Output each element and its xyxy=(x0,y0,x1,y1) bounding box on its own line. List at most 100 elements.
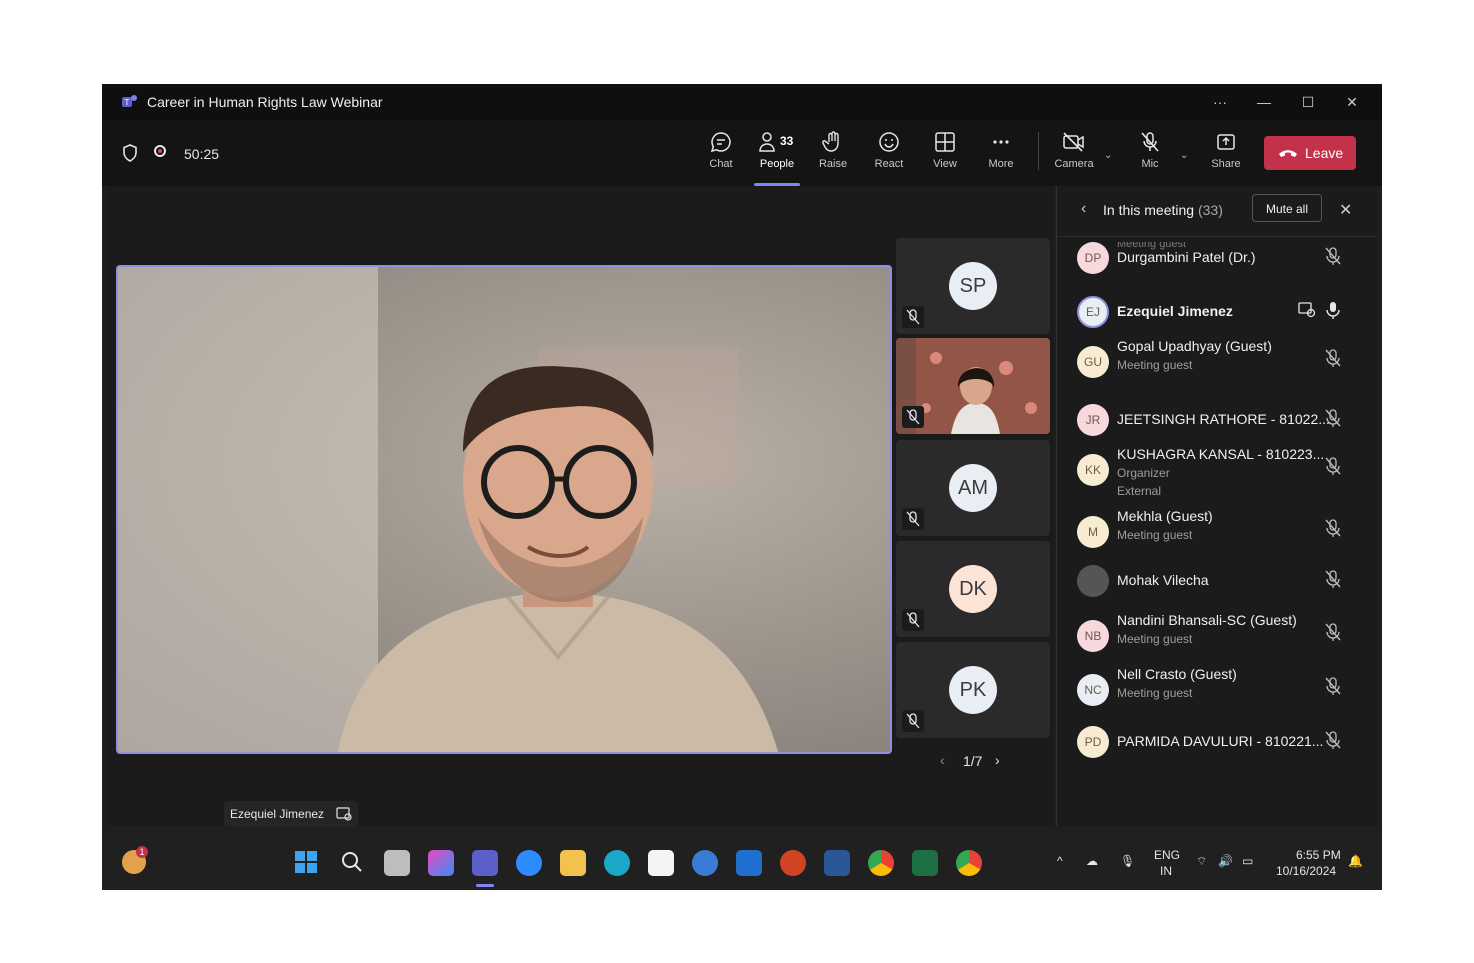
store-icon[interactable] xyxy=(648,850,674,876)
minimize-button[interactable]: — xyxy=(1246,90,1282,114)
share-label: Share xyxy=(1211,158,1241,170)
volume-icon[interactable]: 🔊 xyxy=(1218,854,1233,868)
powerpoint-icon[interactable] xyxy=(780,850,806,876)
clock-date: 10/16/2024 xyxy=(1276,864,1337,878)
react-button[interactable]: React xyxy=(863,130,915,180)
participant-row[interactable]: EJ Ezequiel Jimenez xyxy=(1057,286,1377,336)
participant-row[interactable]: Mohak Vilecha xyxy=(1057,555,1377,605)
teams-icon[interactable] xyxy=(472,850,498,876)
avatar: NB xyxy=(1077,620,1109,652)
avatar: PK xyxy=(949,666,997,714)
participant-tile-video[interactable] xyxy=(896,338,1050,434)
participant-row[interactable]: NC Nell Crasto (Guest) Meeting guest xyxy=(1057,662,1377,712)
battery-icon[interactable]: ▭ xyxy=(1242,854,1253,868)
mic-label: Mic xyxy=(1141,158,1159,170)
hand-icon xyxy=(822,131,839,152)
copilot-icon[interactable] xyxy=(428,850,454,876)
task-view-icon[interactable] xyxy=(384,850,410,876)
react-label: React xyxy=(874,158,904,170)
leave-button[interactable]: Leave xyxy=(1264,136,1356,170)
participant-role: External xyxy=(1117,484,1162,498)
participant-name: PARMIDA DAVULURI - 810221... xyxy=(1117,733,1324,749)
participant-row[interactable]: M Mekhla (Guest) Meeting guest xyxy=(1057,504,1377,554)
mic-muted-icon xyxy=(1325,247,1341,265)
mail-icon[interactable] xyxy=(736,850,762,876)
chat-button[interactable]: Chat xyxy=(695,130,747,180)
close-window-button[interactable]: ✕ xyxy=(1334,90,1370,114)
more-icon xyxy=(993,140,1009,144)
avatar: JR xyxy=(1077,404,1109,436)
excel-icon[interactable] xyxy=(912,850,938,876)
mute-all-button[interactable]: Mute all xyxy=(1252,194,1322,222)
next-page-icon[interactable]: › xyxy=(995,752,1000,768)
chrome-profile-icon[interactable] xyxy=(956,850,982,876)
share-button[interactable]: Share xyxy=(1200,130,1252,180)
tray-overflow-chevron-icon[interactable]: ^ xyxy=(1057,854,1063,868)
notification-bell-icon[interactable]: 🔔 xyxy=(1348,854,1363,868)
grid-icon xyxy=(935,132,955,152)
participant-tile-am[interactable]: AM xyxy=(896,440,1050,536)
participant-row[interactable]: KK KUSHAGRA KANSAL - 810223... Organizer Ex… xyxy=(1057,442,1377,498)
teams-logo-icon: T xyxy=(122,95,137,107)
language-indicator[interactable]: ENG xyxy=(1154,848,1180,862)
participant-role: Meeting guest xyxy=(1117,358,1193,372)
participant-row[interactable]: DP Durgambini Patel (Dr.) xyxy=(1057,232,1377,282)
mic-muted-icon xyxy=(1325,519,1341,537)
mic-button[interactable]: Mic xyxy=(1124,130,1176,180)
more-options-icon[interactable]: ··· xyxy=(1202,90,1238,114)
participant-name: KUSHAGRA KANSAL - 810223... xyxy=(1117,446,1325,462)
word-icon[interactable] xyxy=(824,850,850,876)
back-chevron-icon[interactable]: ‹ xyxy=(1081,200,1086,218)
participant-tile-dk[interactable]: DK xyxy=(896,541,1050,637)
chrome-icon[interactable] xyxy=(868,850,894,876)
speaker-video[interactable] xyxy=(116,265,892,754)
raise-hand-button[interactable]: Raise xyxy=(807,130,859,180)
mic-options-chevron-icon[interactable]: ⌄ xyxy=(1180,150,1188,161)
participant-tile-pk[interactable]: PK xyxy=(896,642,1050,738)
sync-icon[interactable] xyxy=(692,850,718,876)
avatar: DK xyxy=(949,565,997,613)
participant-role: Meeting guest xyxy=(1117,632,1193,646)
muted-icon xyxy=(902,609,924,631)
avatar: AM xyxy=(949,464,997,512)
participant-row[interactable]: JR JEETSINGH RATHORE - 81022... xyxy=(1057,394,1377,444)
windows-taskbar: 1 ^ ☁ 🎙 ENG IN ⌔ 🔊 ▭ 6:55 PM 10/16/2024 … xyxy=(102,836,1382,890)
participant-row[interactable]: PD PARMIDA DAVULURI - 810221... xyxy=(1057,716,1377,766)
mic-muted-icon xyxy=(1325,570,1341,588)
teams-active-indicator xyxy=(476,884,494,887)
prev-page-icon[interactable]: ‹ xyxy=(940,752,945,768)
chat-icon xyxy=(710,132,731,153)
onedrive-icon[interactable]: ☁ xyxy=(1086,854,1098,868)
camera-options-chevron-icon[interactable]: ⌄ xyxy=(1104,150,1112,161)
participant-name: Gopal Upadhyay (Guest) xyxy=(1117,338,1272,354)
participant-name: Mohak Vilecha xyxy=(1117,572,1209,588)
zoom-icon[interactable] xyxy=(516,850,542,876)
participant-tile-sp[interactable]: SP xyxy=(896,238,1050,334)
clock-time[interactable]: 6:55 PM xyxy=(1296,848,1341,862)
avatar: EJ xyxy=(1077,296,1109,328)
camera-button[interactable]: Camera xyxy=(1048,130,1100,180)
windows-start-icon[interactable] xyxy=(294,850,318,874)
close-panel-icon[interactable]: ✕ xyxy=(1339,200,1352,220)
avatar: DP xyxy=(1077,242,1109,274)
microphone-tray-icon[interactable]: 🎙 xyxy=(1120,854,1135,868)
maximize-button[interactable]: ☐ xyxy=(1290,90,1326,114)
mic-on-icon xyxy=(1326,302,1340,319)
participants-panel: ‹ In this meeting (33) Mute all ✕ Meetin… xyxy=(1056,186,1377,826)
wifi-icon[interactable]: ⌔ xyxy=(1196,854,1207,869)
chat-label: Chat xyxy=(709,158,733,170)
more-button[interactable]: More xyxy=(975,130,1027,180)
participant-row[interactable]: GU Gopal Upadhyay (Guest) Meeting guest xyxy=(1057,334,1377,384)
window-title: Career in Human Rights Law Webinar xyxy=(147,94,383,110)
file-explorer-icon[interactable] xyxy=(560,850,586,876)
view-button[interactable]: View xyxy=(919,130,971,180)
participant-row[interactable]: NB Nandini Bhansali-SC (Guest) Meeting gue… xyxy=(1057,608,1377,658)
search-icon[interactable] xyxy=(340,850,364,874)
people-icon xyxy=(759,132,775,152)
people-button[interactable]: 33 People xyxy=(751,130,803,180)
edge-icon[interactable] xyxy=(604,850,630,876)
participant-name: Nandini Bhansali-SC (Guest) xyxy=(1117,612,1297,628)
avatar: GU xyxy=(1077,346,1109,378)
people-count: 33 xyxy=(780,134,794,148)
leave-label: Leave xyxy=(1305,145,1344,161)
